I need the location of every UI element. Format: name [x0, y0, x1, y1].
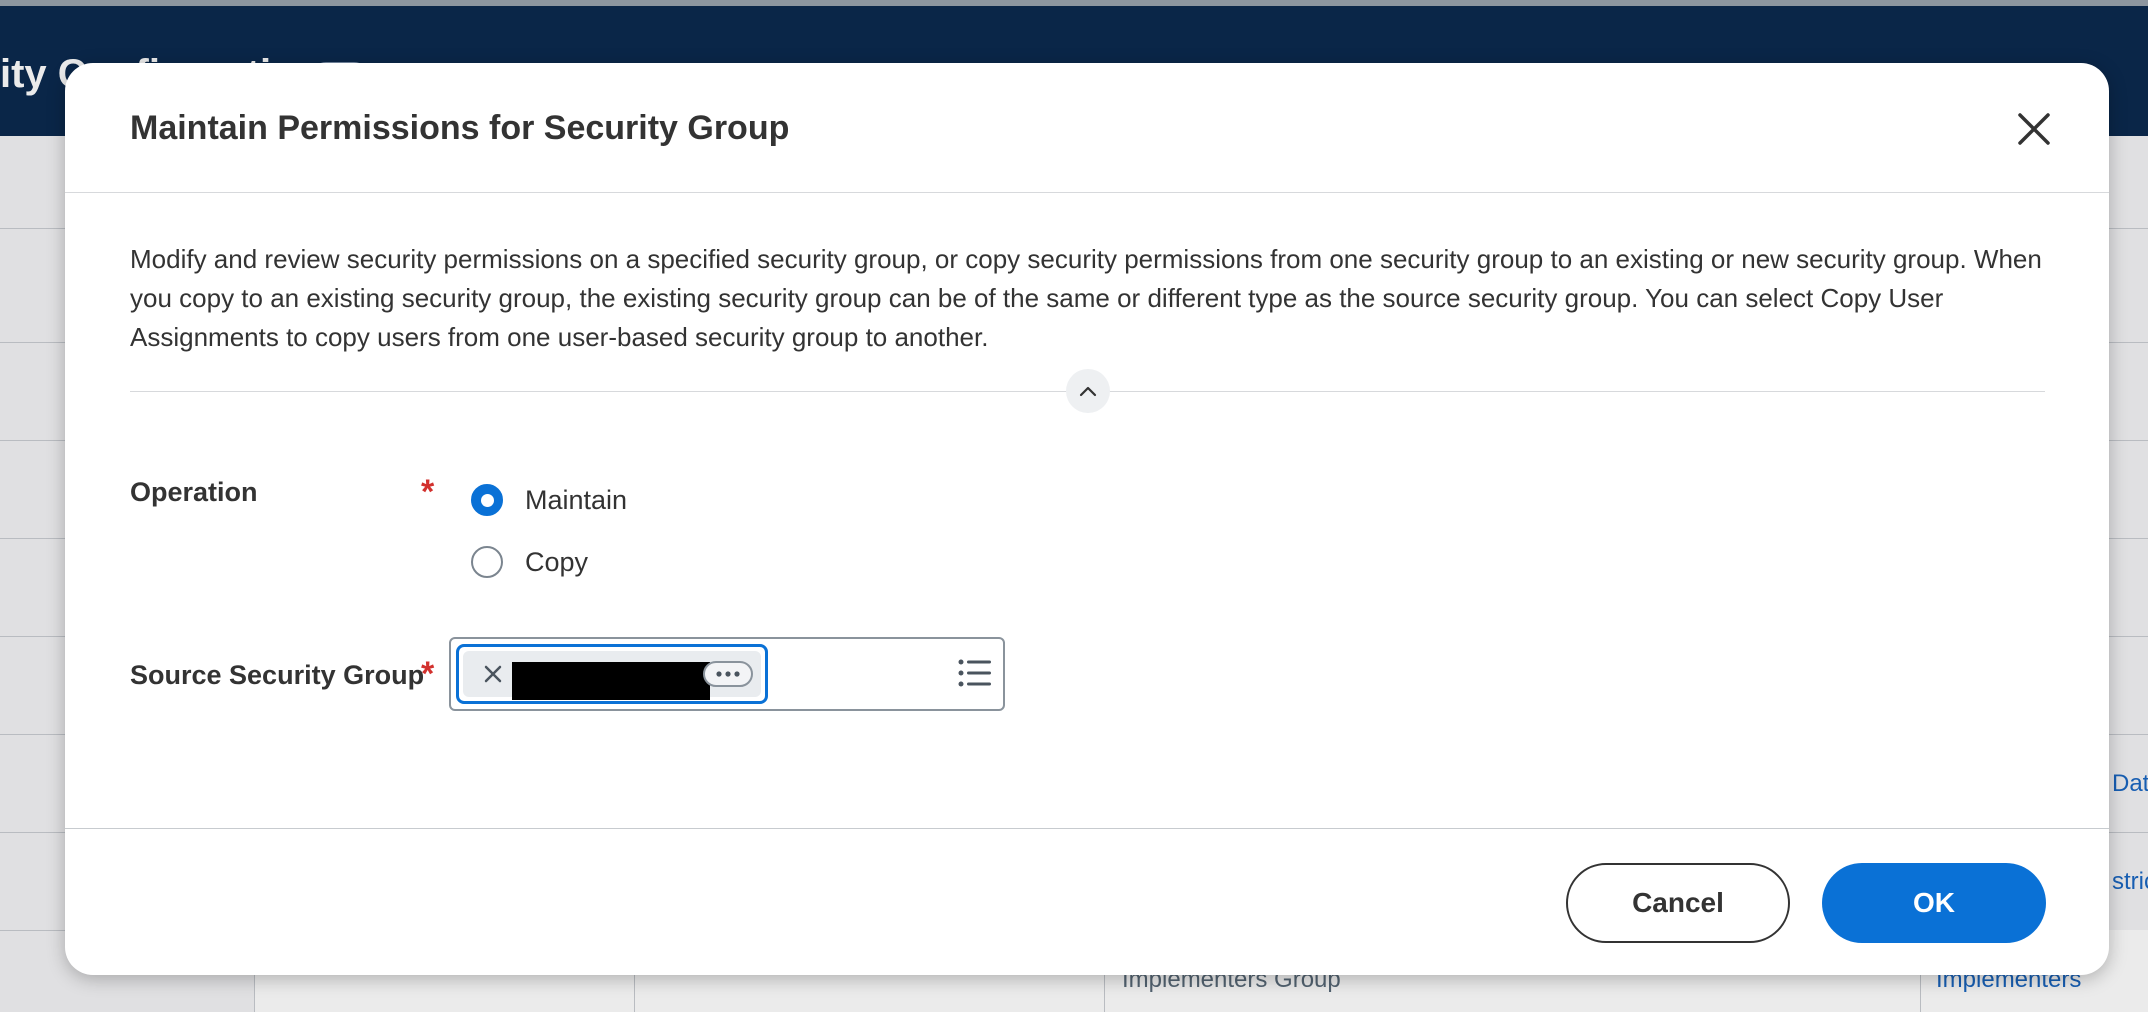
remove-selection-button[interactable]	[479, 660, 507, 688]
close-icon	[484, 665, 502, 683]
operation-label: Operation	[130, 477, 258, 507]
radio-label: Copy	[525, 546, 589, 577]
dialog-description: Modify and review security permissions o…	[130, 244, 2042, 352]
radio-dot	[480, 493, 494, 507]
list-icon	[958, 659, 991, 687]
radio-button[interactable]	[471, 546, 503, 578]
dialog-title: Maintain Permissions for Security Group	[130, 109, 790, 147]
maintain-permissions-dialog: Maintain Permissions for Security Group …	[65, 63, 2109, 975]
radio-label: Maintain	[525, 484, 628, 515]
required-marker: *	[421, 473, 435, 511]
prompt-list-button[interactable]	[957, 655, 993, 691]
close-button[interactable]	[2011, 106, 2057, 152]
redacted-value	[512, 662, 710, 700]
source-security-group-label: Source Security Group	[130, 660, 425, 690]
cancel-button[interactable]: Cancel	[1566, 863, 1790, 943]
related-actions-button[interactable]	[703, 661, 753, 687]
header-divider	[65, 192, 2109, 193]
operation-option-maintain[interactable]: Maintain	[471, 484, 627, 516]
radio-button[interactable]	[471, 484, 503, 516]
collapse-description-button[interactable]	[1066, 369, 1110, 413]
close-icon	[2018, 113, 2050, 145]
operation-option-copy[interactable]: Copy	[471, 546, 588, 578]
ok-button[interactable]: OK	[1822, 863, 2046, 943]
more-horizontal-icon	[716, 671, 740, 677]
footer-divider	[65, 828, 2109, 829]
chevron-up-icon	[1079, 386, 1097, 397]
required-marker: *	[421, 655, 435, 693]
